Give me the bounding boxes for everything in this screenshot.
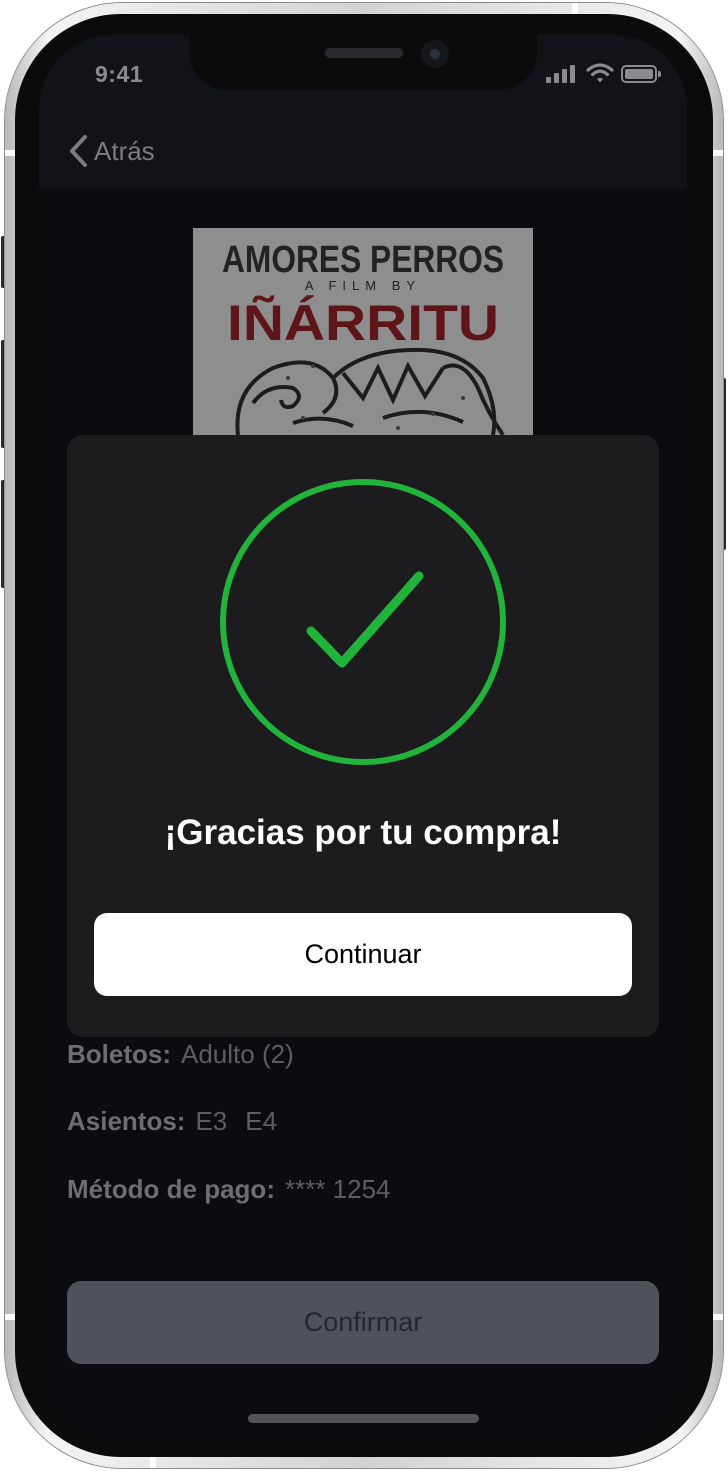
seat-value: E4 — [245, 1106, 278, 1136]
tickets-label: Boletos: — [67, 1039, 171, 1069]
dialog-title: ¡Gracias por tu compra! — [164, 813, 562, 852]
back-label: Atrás — [94, 135, 155, 166]
poster-subtitle: A FILM BY — [305, 278, 421, 293]
seats-label: Asientos: — [67, 1106, 186, 1136]
home-indicator[interactable] — [248, 1414, 479, 1423]
seat-value: E3 — [195, 1106, 228, 1136]
battery-icon — [621, 65, 661, 83]
antenna-band — [150, 1456, 156, 1468]
confirm-button[interactable]: Confirmar — [67, 1281, 659, 1364]
payment-label: Método de pago: — [67, 1174, 275, 1204]
poster-director: IÑÁRRITU — [227, 295, 499, 351]
poster-art: AMORES PERROS A FILM BY IÑÁRRITU — [193, 228, 533, 435]
seats-row: Asientos: E3 E4 — [67, 1106, 277, 1137]
purchase-success-dialog: ¡Gracias por tu compra! Continuar — [67, 435, 659, 1037]
seat-list: E3 E4 — [195, 1106, 277, 1136]
payment-value: **** 1254 — [284, 1174, 391, 1204]
chevron-left-icon — [70, 135, 87, 167]
poster-title: AMORES PERROS — [222, 239, 504, 281]
speaker-grille — [325, 48, 403, 58]
cellular-signal-icon — [546, 65, 576, 83]
screen: 9:41 Atrás AMORES PERROS A FILM BY IÑÁRR… — [39, 35, 687, 1437]
continue-button[interactable]: Continuar — [94, 913, 632, 996]
movie-poster: AMORES PERROS A FILM BY IÑÁRRITU — [193, 228, 533, 435]
status-time: 9:41 — [95, 61, 144, 87]
front-camera — [421, 40, 449, 68]
payment-row: Método de pago: **** 1254 — [67, 1174, 391, 1205]
checkmark-circle-icon — [220, 479, 506, 765]
wifi-icon — [586, 63, 614, 83]
tickets-value: Adulto (2) — [181, 1039, 294, 1069]
back-button[interactable]: Atrás — [67, 131, 155, 171]
navigation-bar: Atrás — [39, 115, 687, 188]
notch — [189, 35, 537, 90]
tickets-row: Boletos: Adulto (2) — [67, 1039, 294, 1070]
